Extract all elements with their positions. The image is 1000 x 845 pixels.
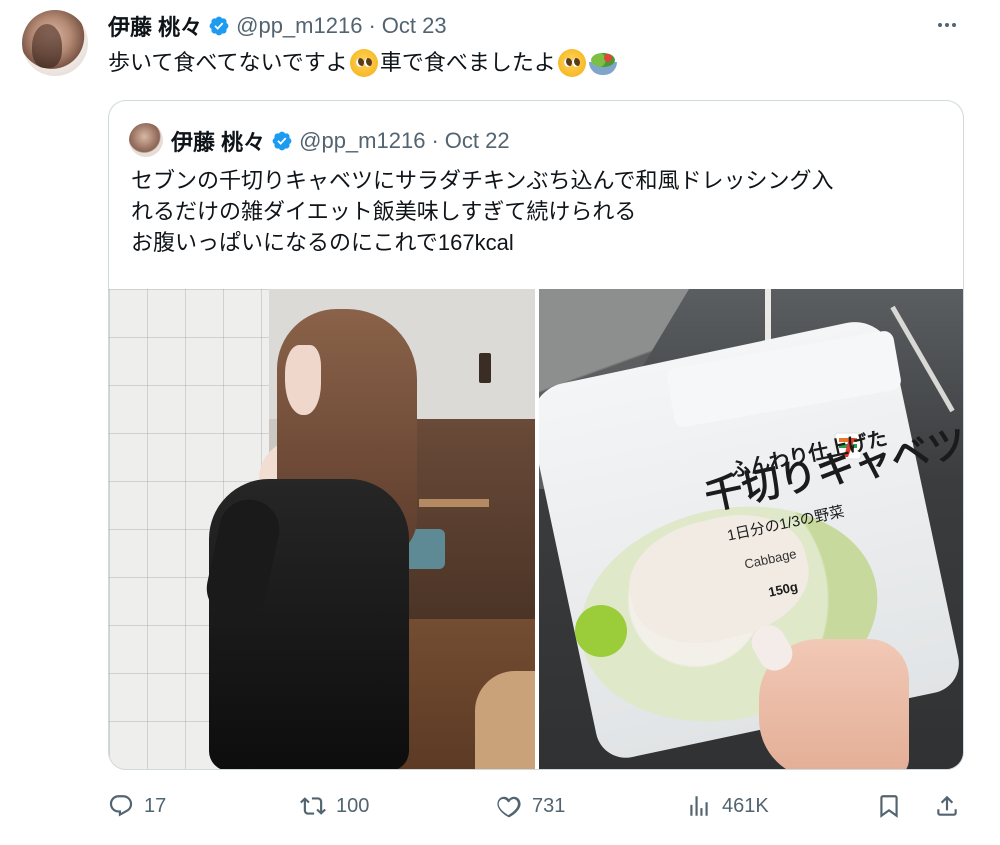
- retweet-button[interactable]: 100: [300, 786, 369, 826]
- quoted-author-avatar: [129, 123, 163, 157]
- package-badge: [575, 605, 627, 657]
- photo-cabbage-package[interactable]: ふんわり仕上げた 千切りキャベツ 1日分の1/3の野菜 Cabbage 150g: [539, 289, 963, 769]
- author-avatar[interactable]: [22, 10, 88, 76]
- tweet-date[interactable]: Oct 23: [382, 13, 447, 39]
- views-button[interactable]: 461K: [686, 786, 769, 826]
- photo-woman-in-cafe[interactable]: [109, 289, 535, 769]
- media-grid: ふんわり仕上げた 千切りキャベツ 1日分の1/3の野菜 Cabbage 150g: [109, 289, 963, 769]
- retweet-icon: [300, 797, 326, 815]
- verified-badge-icon: [209, 16, 229, 36]
- reply-icon: [109, 795, 133, 817]
- separator-dot: ·: [368, 13, 376, 38]
- tweet-text: 歩いて食べてないですよ 車で食べましたよ: [108, 48, 618, 78]
- bookmark-icon: [880, 795, 898, 818]
- like-count: 731: [532, 794, 566, 817]
- share-icon: [937, 795, 957, 816]
- salad-emoji-icon: [588, 49, 618, 77]
- share-button[interactable]: [934, 786, 960, 826]
- pleading-face-emoji-icon: [349, 49, 378, 77]
- author-handle[interactable]: @pp_m1216: [236, 13, 362, 39]
- quoted-tweet-header: 伊藤 桃々 @pp_m1216 · Oct 22: [171, 125, 510, 157]
- like-button[interactable]: 731: [496, 786, 565, 826]
- analytics-icon: [690, 796, 708, 816]
- separator-dot: ·: [431, 128, 439, 153]
- heart-icon: [497, 796, 521, 818]
- quoted-text-line: お腹いっぱいになるのにこれで167kcal: [131, 230, 514, 255]
- tweet-text-part2: 車で食べましたよ: [379, 50, 556, 75]
- quoted-tweet-text: セブンの千切りキャベツにサラダチキンぶち込んで和風ドレッシング入 れるだけの雑ダ…: [131, 165, 951, 258]
- quoted-author-handle: @pp_m1216: [299, 128, 426, 153]
- tweet-text-part1: 歩いて食べてないですよ: [108, 50, 348, 75]
- pleading-face-emoji-icon: [557, 49, 586, 77]
- quoted-tweet[interactable]: 伊藤 桃々 @pp_m1216 · Oct 22 セブンの千切りキャベツにサラダ…: [108, 100, 964, 770]
- verified-badge-icon: [272, 131, 292, 151]
- tweet-actions-bar: 17 100 731 461K: [108, 786, 968, 826]
- quoted-tweet-date: Oct 22: [444, 128, 510, 153]
- view-count: 461K: [722, 794, 769, 817]
- reply-button[interactable]: 17: [108, 786, 166, 826]
- quoted-text-line: セブンの千切りキャベツにサラダチキンぶち込んで和風ドレッシング入: [131, 168, 834, 193]
- author-name[interactable]: 伊藤 桃々: [108, 10, 202, 42]
- retweet-count: 100: [336, 794, 370, 817]
- reply-count: 17: [144, 794, 167, 817]
- more-options-icon[interactable]: [932, 10, 962, 40]
- quoted-text-line: れるだけの雑ダイエット飯美味しすぎて続けられる: [131, 199, 637, 224]
- bookmark-button[interactable]: [876, 786, 902, 826]
- tweet-header: 伊藤 桃々 @pp_m1216 · Oct 23: [108, 12, 447, 40]
- quoted-author-name: 伊藤 桃々: [171, 130, 266, 155]
